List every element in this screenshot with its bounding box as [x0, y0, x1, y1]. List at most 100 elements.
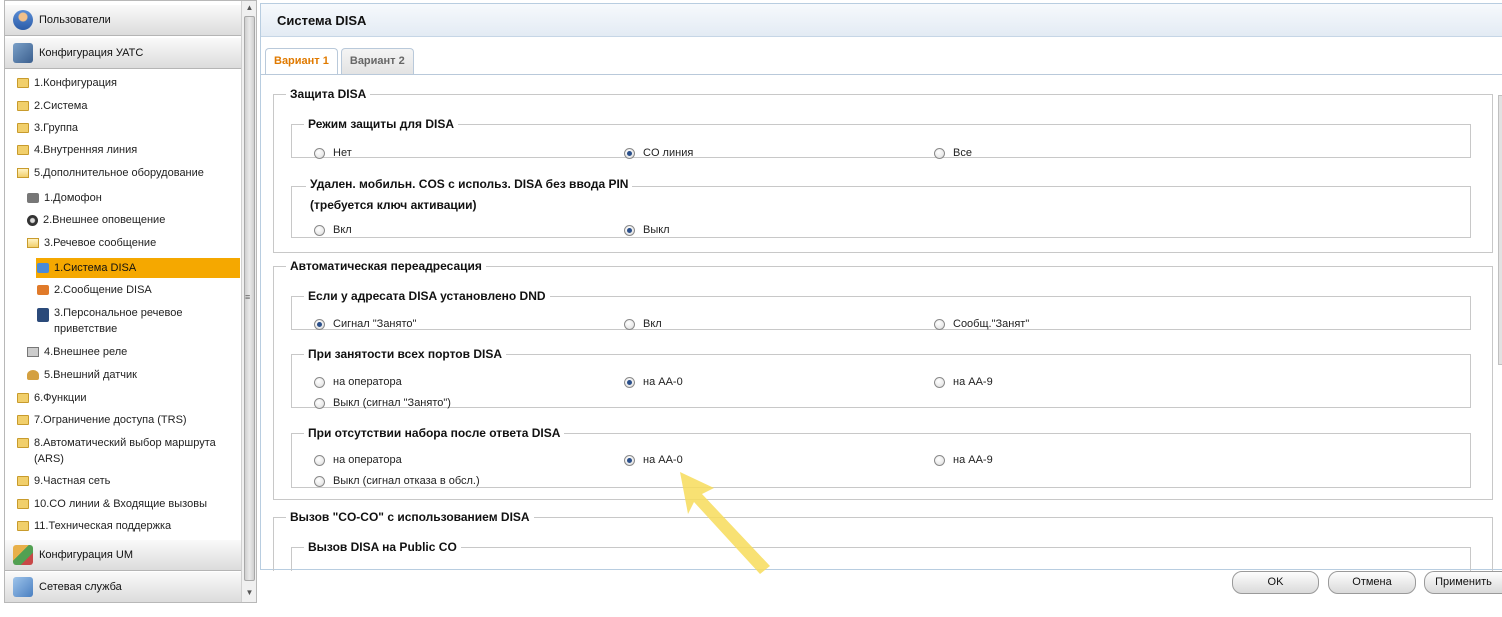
sidebar-section-users[interactable]: Пользователи	[5, 4, 241, 36]
tab-content: Защита DISA Режим защиты для DISA Нет CO…	[261, 74, 1502, 571]
radio-icon	[934, 454, 945, 466]
navigation-sidebar: Пользователи Конфигурация УАТС 1.Конфигу…	[4, 0, 257, 603]
protection-mode-all-radio[interactable]: Все	[934, 147, 972, 159]
protection-mode-co-line-radio[interactable]: CO линия	[624, 147, 693, 159]
radio-selected-icon	[624, 376, 635, 388]
nodial-off-radio[interactable]: Выкл (сигнал отказа в обсл.)	[314, 475, 480, 487]
folder-icon	[17, 393, 29, 403]
group-title: Автоматическая переадресация	[290, 259, 482, 273]
ok-button[interactable]: OK	[1232, 571, 1319, 594]
tree-item[interactable]: 3.Речевое сообщение	[27, 235, 241, 251]
tree-item[interactable]: 3.Персональное речевое приветствие	[37, 305, 197, 337]
busy-aa9-radio[interactable]: на AA-9	[934, 376, 993, 388]
radio-icon	[314, 397, 325, 409]
folder-icon	[17, 78, 29, 88]
radio-label: на AA-9	[953, 376, 993, 388]
co-co-call-group: Вызов "CO-CO" с использованием DISA Вызо…	[273, 510, 1493, 571]
fieldset-title: Если у адресата DISA установлено DND	[308, 289, 546, 303]
tree-item[interactable]: 1.Система DISA	[37, 260, 241, 276]
folder-icon	[17, 476, 29, 486]
sidebar-section-label: Конфигурация УАТС	[39, 47, 144, 59]
radio-label: Сообщ."Занят"	[953, 318, 1030, 330]
radio-icon	[314, 147, 325, 159]
tree-item[interactable]: 5.Дополнительное оборудование	[17, 165, 241, 181]
folder-icon	[17, 521, 29, 531]
tree-item[interactable]: 8.Автоматический выбор маршрута (ARS)	[17, 435, 227, 467]
speaker-icon	[27, 215, 38, 226]
message-icon	[37, 285, 49, 295]
tree-item[interactable]: 3.Группа	[17, 120, 241, 136]
radio-label: Выкл	[643, 224, 670, 236]
tree-item[interactable]: 5.Внешний датчик	[27, 367, 241, 383]
radio-icon	[934, 318, 945, 330]
folder-icon	[17, 499, 29, 509]
radio-label: на оператора	[333, 454, 402, 466]
scroll-up-arrow-icon[interactable]: ▲	[242, 1, 256, 15]
tree-item-label: 9.Частная сеть	[34, 475, 111, 487]
radio-label: Выкл (сигнал "Занято")	[333, 397, 451, 409]
tree-item[interactable]: 7.Ограничение доступа (TRS)	[17, 412, 241, 428]
radio-label: CO линия	[643, 147, 694, 159]
scrollbar-grip-icon: ≡	[245, 292, 251, 302]
nodial-aa9-radio[interactable]: на AA-9	[934, 454, 993, 466]
content-scrollbar[interactable]	[1498, 95, 1502, 365]
radio-icon	[314, 224, 325, 236]
tree-item[interactable]: 4.Внешнее реле	[27, 344, 241, 360]
busy-operator-radio[interactable]: на оператора	[314, 376, 402, 388]
radio-label: на AA-0	[643, 454, 683, 466]
tree-item[interactable]: 2.Внешнее оповещение	[27, 212, 241, 228]
tree-item[interactable]: 1.Домофон	[27, 190, 241, 206]
radio-label: на AA-0	[643, 376, 683, 388]
cancel-button[interactable]: Отмена	[1328, 571, 1416, 594]
radio-label: Выкл (сигнал отказа в обсл.)	[333, 475, 480, 487]
radio-selected-icon	[624, 147, 635, 159]
nodial-aa0-radio[interactable]: на AA-0	[624, 454, 683, 466]
busy-off-radio[interactable]: Выкл (сигнал "Занято")	[314, 397, 451, 409]
all-ports-busy-fieldset: При занятости всех портов DISA	[291, 347, 1471, 408]
sensor-icon	[27, 370, 39, 380]
sidebar-scrollbar[interactable]: ▲ ≡ ▼	[241, 1, 256, 602]
apply-button[interactable]: Применить	[1424, 571, 1502, 594]
dnd-fieldset: Если у адресата DISA установлено DND	[291, 289, 1471, 330]
nodial-operator-radio[interactable]: на оператора	[314, 454, 402, 466]
protection-mode-none-radio[interactable]: Нет	[314, 147, 352, 159]
mobile-cos-off-radio[interactable]: Выкл	[624, 224, 670, 236]
busy-aa0-radio[interactable]: на AA-0	[624, 376, 683, 388]
greeting-icon	[37, 308, 49, 322]
tree-item[interactable]: 2.Сообщение DISA	[37, 282, 241, 298]
tree-item[interactable]: 2.Система	[17, 98, 241, 114]
relay-icon	[27, 347, 39, 357]
dnd-busy-message-radio[interactable]: Сообщ."Занят"	[934, 318, 1029, 330]
radio-label: Сигнал "Занято"	[333, 318, 417, 330]
sidebar-section-label: Сетевая служба	[39, 581, 122, 593]
radio-icon	[934, 376, 945, 388]
folder-icon	[17, 438, 29, 448]
dnd-busy-signal-radio[interactable]: Сигнал "Занято"	[314, 318, 416, 330]
fieldset-title-line-2: (требуется ключ активации)	[310, 198, 477, 212]
tab-variant-2[interactable]: Вариант 2	[340, 48, 414, 74]
scroll-down-arrow-icon[interactable]: ▼	[242, 586, 256, 600]
fieldset-title: При занятости всех портов DISA	[308, 347, 503, 361]
sidebar-section-network[interactable]: Сетевая служба	[5, 571, 241, 602]
tree-item[interactable]: 9.Частная сеть	[17, 473, 241, 489]
folder-icon	[17, 123, 29, 133]
sidebar-section-um-config[interactable]: Конфигурация UM	[5, 539, 241, 571]
tree-item[interactable]: 6.Функции	[17, 390, 241, 406]
protection-mode-fieldset: Режим защиты для DISA	[291, 117, 1471, 158]
tree-item[interactable]: 1.Конфигурация	[17, 75, 241, 91]
dnd-on-radio[interactable]: Вкл	[624, 318, 662, 330]
tree-item[interactable]: 10.CO линии & Входящие вызовы	[17, 496, 241, 512]
main-panel: Система DISA Вариант 1 Вариант 2 Защита …	[260, 3, 1502, 571]
tab-variant-1[interactable]: Вариант 1	[265, 48, 338, 75]
folder-icon	[17, 101, 29, 111]
folder-open-icon	[17, 168, 29, 178]
radio-selected-icon	[314, 318, 325, 330]
tree-item[interactable]: 4.Внутренняя линия	[17, 142, 241, 158]
mobile-cos-on-radio[interactable]: Вкл	[314, 224, 352, 236]
fieldset-title: Вызов DISA на Public CO	[308, 540, 457, 554]
sidebar-section-pbx-config[interactable]: Конфигурация УАТС	[5, 37, 241, 69]
folder-icon	[17, 415, 29, 425]
folder-open-icon	[27, 238, 39, 248]
radio-icon	[624, 318, 635, 330]
tree-item[interactable]: 11.Техническая поддержка	[17, 518, 241, 534]
